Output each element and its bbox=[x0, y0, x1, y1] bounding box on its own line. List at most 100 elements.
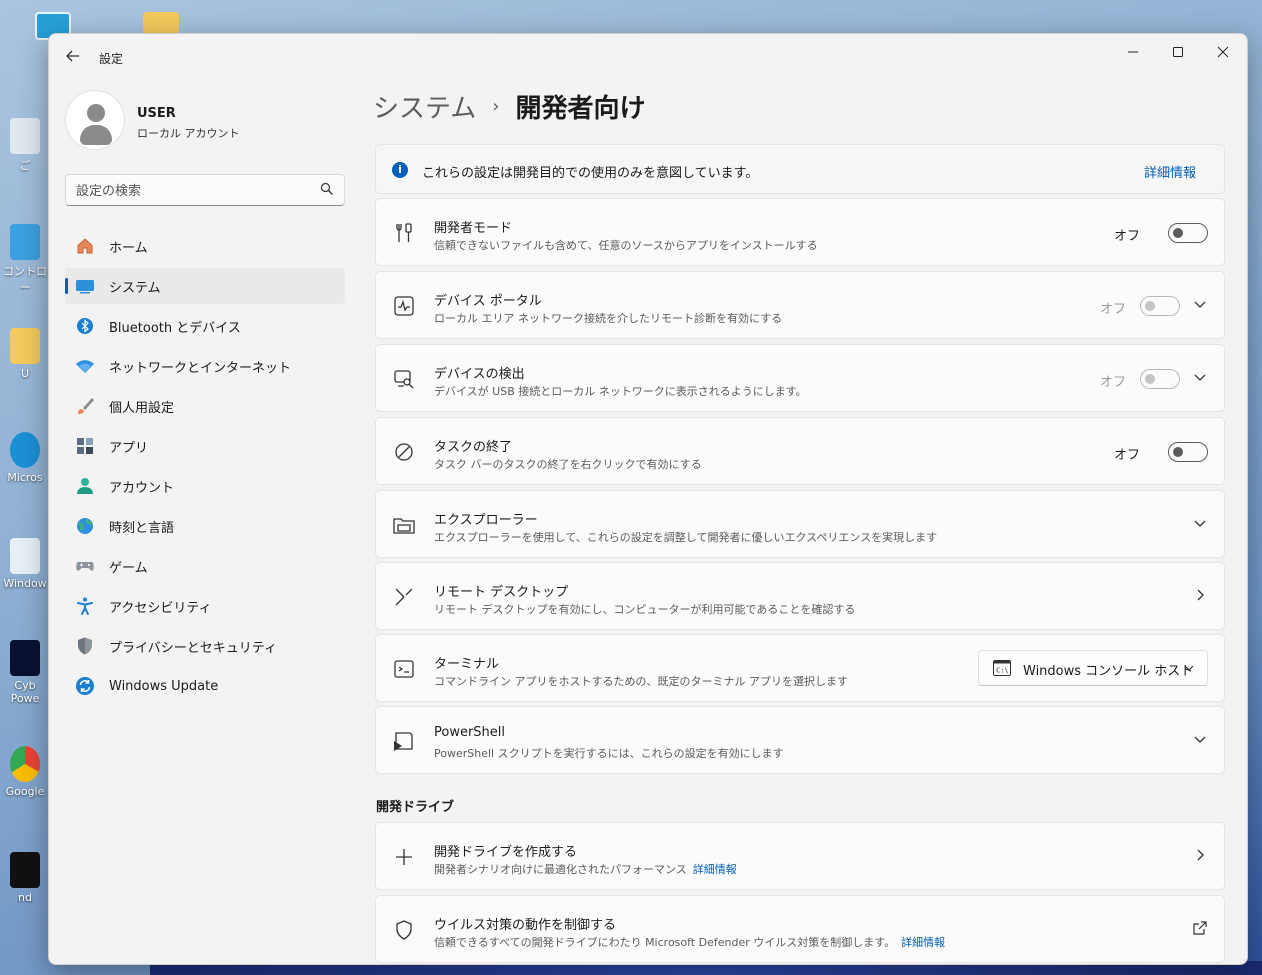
search-box[interactable] bbox=[65, 174, 345, 206]
chevron-right-icon[interactable] bbox=[1192, 587, 1208, 603]
setting-subtitle-text: 開発者シナリオ向けに最適化されたパフォーマンス bbox=[434, 863, 687, 876]
desktop-icon-windows[interactable]: Window bbox=[2, 538, 48, 590]
chevron-down-icon[interactable] bbox=[1192, 369, 1208, 385]
setting-file-explorer[interactable]: エクスプローラー エクスプローラーを使用して、これらの設定を調整して開発者に優し… bbox=[375, 490, 1225, 558]
device-portal-toggle[interactable] bbox=[1140, 296, 1180, 316]
chevron-right-icon[interactable] bbox=[1192, 847, 1208, 863]
desktop-icon-label: ご bbox=[19, 159, 31, 172]
desktop-icon-label: Micros bbox=[7, 471, 43, 484]
setting-device-discovery[interactable]: デバイスの検出 デバイスが USB 接続とローカル ネットワークに表示されるよう… bbox=[375, 344, 1225, 412]
sidebar-item-apps[interactable]: アプリ bbox=[65, 428, 345, 464]
setting-subtitle: 信頼できるすべての開発ドライブにわたり Microsoft Defender ウ… bbox=[434, 934, 945, 950]
desktop-icon-cmd[interactable]: nd bbox=[2, 852, 48, 904]
pulse-monitor-icon bbox=[394, 296, 414, 316]
sidebar-item-network[interactable]: ネットワークとインターネット bbox=[65, 348, 345, 384]
desktop-icon-label: Window bbox=[3, 577, 47, 590]
toggle-state-label: オフ bbox=[1099, 302, 1126, 317]
chevron-down-icon[interactable] bbox=[1192, 296, 1208, 312]
brush-icon bbox=[75, 396, 95, 416]
globe-icon bbox=[75, 516, 95, 536]
sidebar-item-label: システム bbox=[109, 280, 161, 296]
terminal-icon bbox=[394, 660, 414, 678]
setting-subtitle: タスク バーのタスクの終了を右クリックで有効にする bbox=[434, 458, 702, 471]
sidebar-item-label: 個人用設定 bbox=[109, 400, 175, 416]
sidebar-item-label: アカウント bbox=[109, 480, 175, 496]
console-icon: C:\ bbox=[993, 660, 1011, 676]
learn-more-link[interactable]: 詳細情報 bbox=[693, 863, 737, 876]
setting-subtitle: 信頼できないファイルも含めて、任意のソースからアプリをインストールする bbox=[434, 239, 818, 252]
setting-device-portal[interactable]: デバイス ポータル ローカル エリア ネットワーク接続を介したリモート診断を有効… bbox=[375, 271, 1225, 339]
setting-title: デバイスの検出 bbox=[434, 367, 525, 382]
setting-title: デバイス ポータル bbox=[434, 294, 542, 309]
plus-icon bbox=[396, 849, 412, 865]
chevron-down-icon[interactable] bbox=[1192, 515, 1208, 531]
sidebar-item-label: Windows Update bbox=[109, 678, 219, 694]
sidebar-item-personalization[interactable]: 個人用設定 bbox=[65, 388, 345, 424]
wifi-icon bbox=[75, 356, 95, 376]
developer-mode-toggle[interactable] bbox=[1168, 223, 1208, 243]
back-button[interactable] bbox=[63, 48, 83, 68]
learn-more-link[interactable]: 詳細情報 bbox=[1144, 162, 1196, 181]
info-icon: i bbox=[392, 162, 408, 178]
desktop-icon-cyberpower[interactable]: Cyb Powe bbox=[2, 640, 48, 705]
setting-powershell[interactable]: PowerShell PowerShell スクリプトを実行するには、これらの設… bbox=[375, 706, 1225, 774]
setting-subtitle: デバイスが USB 接続とローカル ネットワークに表示されるようにします。 bbox=[434, 385, 807, 398]
terminal-selected-value: Windows コンソール ホスト bbox=[1023, 664, 1194, 679]
sidebar-item-accessibility[interactable]: アクセシビリティ bbox=[65, 588, 345, 624]
desktop-icon-user-folder[interactable]: U bbox=[2, 328, 48, 380]
account-icon bbox=[75, 476, 95, 496]
system-icon bbox=[75, 276, 95, 296]
arrow-left-icon bbox=[66, 50, 79, 62]
chevron-down-icon[interactable] bbox=[1192, 731, 1208, 747]
sidebar-item-bluetooth[interactable]: Bluetooth とデバイス bbox=[65, 308, 345, 344]
breadcrumb: システム › 開発者向け bbox=[373, 88, 645, 125]
setting-antivirus-behavior[interactable]: ウイルス対策の動作を制御する 信頼できるすべての開発ドライブにわたり Micro… bbox=[375, 895, 1225, 963]
sidebar-item-gaming[interactable]: ゲーム bbox=[65, 548, 345, 584]
search-icon[interactable] bbox=[320, 182, 334, 196]
device-search-icon bbox=[394, 370, 414, 389]
maximize-button[interactable] bbox=[1156, 40, 1200, 68]
breadcrumb-parent[interactable]: システム bbox=[373, 88, 476, 125]
sidebar-item-home[interactable]: ホーム bbox=[65, 228, 345, 264]
shield-outline-icon bbox=[396, 920, 412, 940]
minimize-button[interactable] bbox=[1111, 40, 1155, 68]
setting-end-task: タスクの終了 タスク バーのタスクの終了を右クリックで有効にする オフ bbox=[375, 417, 1225, 485]
terminal-select[interactable]: C:\ Windows コンソール ホスト bbox=[978, 650, 1208, 686]
tools-icon bbox=[396, 223, 412, 242]
setting-title: 開発ドライブを作成する bbox=[434, 845, 578, 860]
setting-remote-desktop[interactable]: リモート デスクトップ リモート デスクトップを有効にし、コンピューターが利用可… bbox=[375, 562, 1225, 630]
desktop-icon-recycle[interactable]: ご bbox=[2, 118, 48, 173]
toggle-state-label: オフ bbox=[1099, 375, 1126, 390]
sidebar-item-time-language[interactable]: 時刻と言語 bbox=[65, 508, 345, 544]
desktop-icon-chrome[interactable]: Google bbox=[2, 746, 48, 798]
search-input[interactable] bbox=[76, 181, 316, 201]
device-discovery-toggle[interactable] bbox=[1140, 369, 1180, 389]
sidebar-item-privacy[interactable]: プライバシーとセキュリティ bbox=[65, 628, 345, 664]
powershell-icon bbox=[394, 732, 413, 751]
end-task-toggle[interactable] bbox=[1168, 442, 1208, 462]
setting-create-dev-drive[interactable]: 開発ドライブを作成する 開発者シナリオ向けに最適化されたパフォーマンス 詳細情報 bbox=[375, 822, 1225, 890]
sidebar-item-label: ゲーム bbox=[109, 560, 148, 576]
close-button[interactable] bbox=[1201, 40, 1245, 68]
sidebar-item-accounts[interactable]: アカウント bbox=[65, 468, 345, 504]
settings-window: 設定 USER ローカル アカウント ホーム システム Bluetoot bbox=[48, 33, 1248, 965]
sidebar-item-label: Bluetooth とデバイス bbox=[109, 320, 241, 336]
sidebar-item-system[interactable]: システム bbox=[65, 268, 345, 304]
external-link-icon[interactable] bbox=[1192, 920, 1208, 936]
desktop-icon-edge[interactable]: Micros bbox=[2, 432, 48, 484]
remote-desktop-icon bbox=[395, 588, 413, 606]
title-bar: 設定 bbox=[49, 34, 1247, 82]
prohibited-icon bbox=[395, 443, 413, 461]
setting-title: リモート デスクトップ bbox=[434, 585, 569, 600]
app-title: 設定 bbox=[99, 52, 124, 66]
shield-icon bbox=[75, 636, 95, 656]
sidebar-item-windows-update[interactable]: Windows Update bbox=[65, 668, 345, 704]
desktop-icon-label: nd bbox=[18, 891, 32, 904]
console-icon-text: C:\ bbox=[996, 667, 1009, 675]
toggle-state-label: オフ bbox=[1113, 229, 1140, 244]
learn-more-link[interactable]: 詳細情報 bbox=[901, 936, 945, 949]
bluetooth-icon bbox=[75, 316, 95, 336]
setting-terminal: ターミナル コマンドライン アプリをホストするための、既定のターミナル アプリを… bbox=[375, 634, 1225, 702]
avatar[interactable] bbox=[65, 90, 125, 150]
desktop-icon-control-panel[interactable]: コントロー bbox=[2, 224, 48, 295]
